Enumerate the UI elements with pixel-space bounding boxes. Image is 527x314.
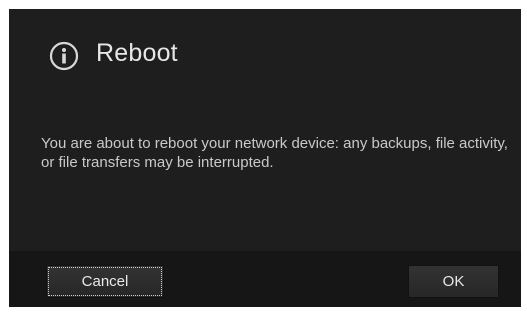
ok-button-label: OK — [442, 273, 465, 290]
dialog-footer: Cancel OK — [9, 251, 521, 307]
dialog-message: You are about to reboot your network dev… — [41, 135, 508, 171]
reboot-dialog: Reboot You are about to reboot your netw… — [9, 9, 521, 307]
dialog-title: Reboot — [96, 39, 178, 67]
ok-button[interactable]: OK — [408, 265, 499, 298]
cancel-button[interactable]: Cancel — [46, 265, 164, 298]
dialog-header: Reboot — [9, 9, 521, 109]
info-circle-icon — [49, 41, 79, 71]
cancel-button-label: Cancel — [81, 273, 129, 290]
